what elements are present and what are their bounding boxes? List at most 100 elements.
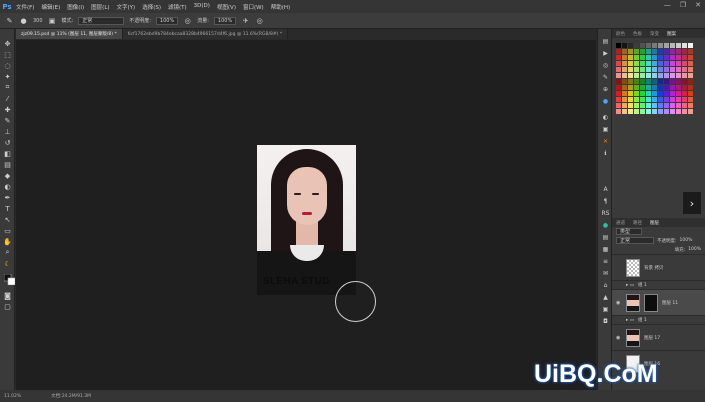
swatch[interactable]	[646, 121, 651, 126]
tab-layers[interactable]: 图层	[650, 220, 659, 226]
swatch[interactable]	[688, 67, 693, 72]
swatch[interactable]	[688, 97, 693, 102]
banana-icon[interactable]: ☾	[2, 259, 13, 268]
swatch[interactable]	[646, 97, 651, 102]
flow-field[interactable]: 100%	[213, 16, 237, 25]
swatch[interactable]	[616, 79, 621, 84]
swatch[interactable]	[622, 55, 627, 60]
swatch[interactable]	[670, 91, 675, 96]
swatch[interactable]	[646, 109, 651, 114]
tab-document-1[interactable]: zjz09.15.psd @ 11% (图层 11, 图层蒙版/8) *	[16, 29, 123, 39]
swatch[interactable]	[658, 85, 663, 90]
navigator-icon[interactable]: ▲	[601, 293, 610, 301]
swatch[interactable]	[676, 103, 681, 108]
swatch[interactable]	[670, 61, 675, 66]
swatch[interactable]	[676, 49, 681, 54]
swatch[interactable]	[634, 43, 639, 48]
swatch[interactable]	[646, 115, 651, 120]
close-button[interactable]: ✕	[695, 1, 701, 9]
swatch[interactable]	[634, 91, 639, 96]
menu-file[interactable]: 文件(F)	[16, 3, 34, 11]
swatch[interactable]	[628, 109, 633, 114]
swatch[interactable]	[688, 79, 693, 84]
swatch[interactable]	[652, 67, 657, 72]
swatch[interactable]	[616, 103, 621, 108]
swatch[interactable]	[640, 49, 645, 54]
swatch[interactable]	[628, 43, 633, 48]
tab-swatches[interactable]: 色板	[633, 31, 642, 37]
swatch[interactable]	[652, 121, 657, 126]
swatch[interactable]	[652, 91, 657, 96]
swatch[interactable]	[664, 43, 669, 48]
swatch[interactable]	[682, 97, 687, 102]
swatch[interactable]	[670, 49, 675, 54]
swatch[interactable]	[634, 79, 639, 84]
swatch[interactable]	[664, 55, 669, 60]
menu-filter[interactable]: 滤镜(T)	[168, 3, 187, 11]
screen-mode-icon[interactable]: ▢	[2, 302, 13, 311]
eyedropper-tool-icon[interactable]: ⁄	[2, 94, 13, 103]
quick-select-tool-icon[interactable]: ✦	[2, 72, 13, 81]
swatch[interactable]	[616, 115, 621, 120]
swatch[interactable]	[622, 115, 627, 120]
swatch[interactable]	[688, 85, 693, 90]
swatch[interactable]	[622, 67, 627, 72]
swatch[interactable]	[682, 73, 687, 78]
timeline-icon[interactable]: ≡	[601, 257, 610, 265]
swatch[interactable]	[628, 61, 633, 66]
swatch[interactable]	[634, 109, 639, 114]
swatch[interactable]	[634, 67, 639, 72]
layer-mask-thumbnail[interactable]	[644, 293, 658, 312]
mode-select[interactable]: 正常	[78, 16, 125, 25]
swatch[interactable]	[628, 91, 633, 96]
swatch[interactable]	[682, 85, 687, 90]
swatch[interactable]	[688, 115, 693, 120]
swatch[interactable]	[658, 109, 663, 114]
menu-type[interactable]: 文字(Y)	[117, 3, 136, 11]
swatch[interactable]	[676, 85, 681, 90]
swatch[interactable]	[688, 61, 693, 66]
swatch[interactable]	[670, 73, 675, 78]
swatch[interactable]	[640, 91, 645, 96]
swatch[interactable]	[634, 85, 639, 90]
swatch[interactable]	[682, 55, 687, 60]
swatch[interactable]	[658, 121, 663, 126]
swatch[interactable]	[658, 97, 663, 102]
swatch[interactable]	[652, 115, 657, 120]
paragraph-icon[interactable]: ¶	[601, 197, 610, 205]
swatch[interactable]	[664, 109, 669, 114]
swatch[interactable]	[652, 85, 657, 90]
swatch[interactable]	[658, 67, 663, 72]
swatch[interactable]	[622, 91, 627, 96]
pen-tool-icon[interactable]: ✒	[2, 193, 13, 202]
swatch[interactable]	[676, 55, 681, 60]
pressure-size-icon[interactable]: ◎	[255, 16, 264, 25]
swatch[interactable]	[646, 91, 651, 96]
swatch[interactable]	[616, 109, 621, 114]
swatch[interactable]	[652, 61, 657, 66]
swatch[interactable]	[670, 85, 675, 90]
swatch[interactable]	[628, 115, 633, 120]
airbrush-icon[interactable]: ✈	[241, 16, 250, 25]
brush-tool-icon[interactable]: ✎	[5, 16, 14, 25]
swatch[interactable]	[670, 121, 675, 126]
swatch[interactable]	[688, 49, 693, 54]
tab-channels[interactable]: 通道	[616, 220, 625, 226]
swatch[interactable]	[646, 85, 651, 90]
swatch[interactable]	[616, 97, 621, 102]
swatch[interactable]	[634, 115, 639, 120]
swatch[interactable]	[658, 79, 663, 84]
swatch[interactable]	[676, 91, 681, 96]
visibility-eye-icon[interactable]: ◉	[616, 335, 622, 341]
minimize-button[interactable]: —	[664, 1, 671, 9]
swatch[interactable]	[682, 61, 687, 66]
swatch[interactable]	[676, 109, 681, 114]
swatch[interactable]	[652, 97, 657, 102]
swatch[interactable]	[670, 109, 675, 114]
swatch[interactable]	[682, 115, 687, 120]
layer-fill-value[interactable]: 100%	[688, 247, 701, 252]
info-icon[interactable]: ℹ	[601, 149, 610, 157]
properties-icon[interactable]: ▣	[601, 125, 610, 133]
swatch[interactable]	[688, 91, 693, 96]
swatch[interactable]	[646, 79, 651, 84]
